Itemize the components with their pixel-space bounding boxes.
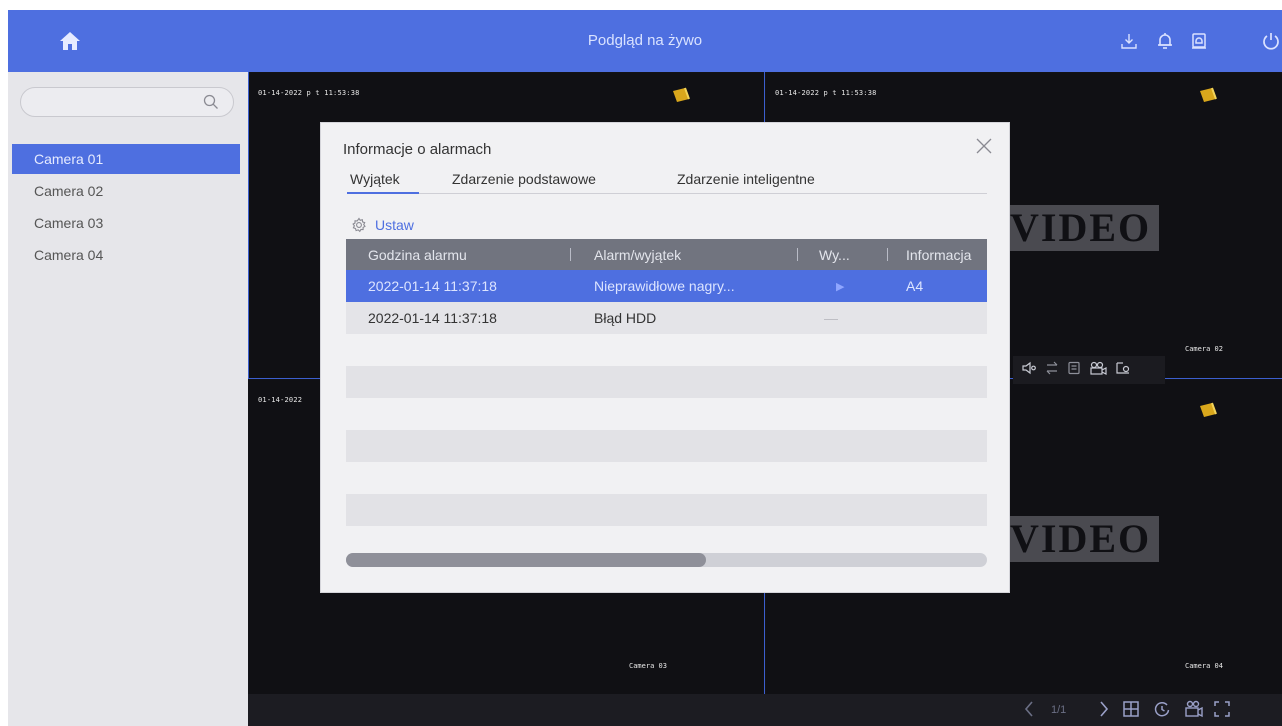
video-watermark: VIDEO (1004, 516, 1159, 562)
camera-record-icon[interactable] (1089, 361, 1107, 380)
tabs-divider (347, 193, 987, 194)
info-panel-icon[interactable] (1067, 361, 1081, 380)
tile-camera-label: Camera 04 (1185, 662, 1223, 670)
tab-smart-event[interactable]: Zdarzenie inteligentne (677, 171, 815, 187)
next-page-icon[interactable] (1098, 700, 1110, 723)
scrollbar-thumb[interactable] (346, 553, 706, 567)
layout-grid-icon[interactable] (1122, 700, 1140, 723)
cell-alarm-time: 2022-01-14 11:37:18 (368, 278, 497, 294)
camera-sidebar: Camera 01 Camera 02 Camera 03 Camera 04 (8, 72, 248, 726)
camera-list-item-02[interactable]: Camera 02 (12, 176, 240, 206)
camera-list-item-03[interactable]: Camera 03 (12, 208, 240, 238)
app-frame: Podgląd na żywo Camera 01 Camera 02 Came… (8, 10, 1282, 726)
page-title: Podgląd na żywo (587, 32, 703, 49)
close-icon[interactable] (975, 137, 993, 160)
cell-action-play[interactable]: ▶ (836, 280, 844, 293)
alarm-bell-icon (1198, 87, 1218, 108)
settings-link[interactable]: Ustaw (351, 217, 414, 233)
prev-page-icon[interactable] (1023, 700, 1035, 723)
tile-camera-label: Camera 03 (629, 662, 667, 670)
column-separator[interactable] (887, 248, 888, 261)
playback-icon[interactable] (1153, 700, 1171, 723)
selected-tile-border (248, 72, 249, 379)
column-header-alarm-exception[interactable]: Alarm/wyjątek (594, 247, 681, 263)
column-header-info[interactable]: Informacja (906, 247, 971, 263)
table-row[interactable]: 2022-01-14 11:37:18 Nieprawidłowe nagry.… (346, 270, 987, 302)
page-indicator: 1/1 (1051, 704, 1067, 716)
alarm-bell-icon (671, 87, 691, 108)
alarm-bell-icon (1198, 402, 1218, 423)
camera-list-item-01[interactable]: Camera 01 (12, 144, 240, 174)
cell-alarm-time: 2022-01-14 11:37:18 (368, 310, 497, 326)
top-bar: Podgląd na żywo (8, 10, 1282, 72)
download-icon[interactable] (1116, 28, 1142, 54)
tab-basic-event[interactable]: Zdarzenie podstawowe (452, 171, 596, 187)
video-watermark: VIDEO (1004, 205, 1159, 251)
empty-row (346, 430, 987, 462)
active-tab-indicator (347, 192, 419, 194)
search-icon[interactable] (203, 94, 219, 115)
column-separator[interactable] (570, 248, 571, 261)
cell-action-none: — (824, 310, 838, 326)
table-row[interactable]: 2022-01-14 11:37:18 Błąd HDD — (346, 302, 987, 334)
fullscreen-icon[interactable] (1213, 700, 1231, 723)
search-box (20, 87, 234, 117)
bottom-bar: 1/1 (248, 694, 1282, 726)
tile-toolbar (1013, 356, 1165, 384)
search-input[interactable] (33, 93, 193, 111)
column-header-alarm-time[interactable]: Godzina alarmu (368, 247, 467, 263)
column-separator[interactable] (797, 248, 798, 261)
bell-icon[interactable] (1152, 28, 1178, 54)
cell-alarm-exception: Nieprawidłowe nagry... (594, 278, 735, 294)
speaker-icon[interactable] (1021, 361, 1037, 380)
table-header: Godzina alarmu Alarm/wyjątek Wy... Infor… (346, 239, 987, 270)
capture-icon[interactable] (1183, 700, 1203, 723)
horizontal-scrollbar[interactable] (346, 553, 987, 567)
power-icon[interactable] (1258, 28, 1282, 54)
camera-list-item-04[interactable]: Camera 04 (12, 240, 240, 270)
tile-timestamp: 01-14-2022 p t 11:53:38 (258, 89, 360, 97)
cell-alarm-exception: Błąd HDD (594, 310, 657, 326)
settings-label: Ustaw (375, 217, 414, 233)
ptz-icon[interactable] (1115, 361, 1131, 380)
tile-timestamp: 01-14-2022 (258, 396, 303, 404)
empty-row (346, 366, 987, 398)
tab-exception[interactable]: Wyjątek (350, 171, 400, 187)
alarm-table: Godzina alarmu Alarm/wyjątek Wy... Infor… (346, 239, 987, 554)
column-header-action[interactable]: Wy... (819, 247, 850, 263)
empty-row (346, 494, 987, 526)
dialog-title: Informacje o alarmach (343, 141, 492, 158)
switch-stream-icon[interactable] (1045, 361, 1059, 380)
alarm-info-icon[interactable] (1186, 28, 1212, 54)
tile-camera-label: Camera 02 (1185, 345, 1223, 353)
gear-icon (351, 217, 367, 233)
tile-timestamp: 01-14-2022 p t 11:53:38 (775, 89, 877, 97)
cell-info: A4 (906, 278, 924, 294)
alarm-info-dialog: Informacje o alarmach Wyjątek Zdarzenie … (321, 123, 1009, 592)
